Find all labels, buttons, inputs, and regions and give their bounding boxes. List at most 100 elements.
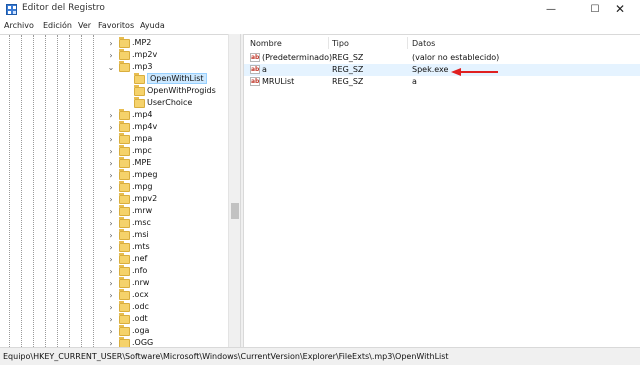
- value-type: REG_SZ: [332, 65, 364, 74]
- value-row[interactable]: ab a REG_SZ Spek.exe: [244, 64, 640, 76]
- folder-icon: [119, 325, 130, 336]
- tree-item[interactable]: › .mpv2: [0, 193, 228, 206]
- chevron-right-icon[interactable]: ›: [107, 171, 115, 180]
- folder-icon: [119, 193, 130, 204]
- menu-ver[interactable]: Ver: [78, 21, 91, 30]
- chevron-right-icon[interactable]: ›: [107, 243, 115, 252]
- column-header-nombre[interactable]: Nombre: [250, 39, 282, 48]
- tree-item[interactable]: › .mpeg: [0, 169, 228, 182]
- folder-icon: [119, 337, 130, 347]
- menu-archivo[interactable]: Archivo: [4, 21, 34, 30]
- tree-scrollbar[interactable]: [228, 34, 240, 347]
- registry-tree[interactable]: › .MP2 › .mp2v ⌄ .mp3 OpenWithList OpenWithProg…: [0, 34, 240, 347]
- tree-item[interactable]: › .mpc: [0, 145, 228, 158]
- tree-item-label: .mp4v: [132, 122, 158, 131]
- tree-item-label: .mp3: [132, 62, 153, 71]
- tree-item[interactable]: › .mts: [0, 241, 228, 254]
- chevron-right-icon[interactable]: ›: [107, 315, 115, 324]
- chevron-right-icon[interactable]: ›: [107, 195, 115, 204]
- tree-item-label: .MP2: [132, 38, 152, 47]
- tree-item[interactable]: › .nrw: [0, 277, 228, 290]
- tree-item-label: .mp4: [132, 110, 153, 119]
- tree-item[interactable]: › .msi: [0, 229, 228, 242]
- chevron-right-icon[interactable]: ›: [107, 207, 115, 216]
- tree-item[interactable]: › .mpg: [0, 181, 228, 194]
- tree-item[interactable]: › .mp4v: [0, 121, 228, 134]
- folder-icon: [119, 265, 130, 276]
- tree-item[interactable]: › .mpa: [0, 133, 228, 146]
- column-divider[interactable]: [328, 37, 329, 49]
- folder-icon: [119, 181, 130, 192]
- chevron-right-icon[interactable]: ›: [107, 219, 115, 228]
- value-row[interactable]: ab (Predeterminado) REG_SZ (valor no establ…: [244, 52, 640, 64]
- chevron-right-icon[interactable]: ›: [107, 303, 115, 312]
- tree-item[interactable]: › .OGG: [0, 337, 228, 347]
- chevron-right-icon[interactable]: ›: [107, 39, 115, 48]
- tree-item[interactable]: › .oga: [0, 325, 228, 338]
- tree-item-label: .mpa: [132, 134, 153, 143]
- tree-item-label: .nrw: [132, 278, 150, 287]
- chevron-right-icon[interactable]: ›: [107, 51, 115, 60]
- value-type: REG_SZ: [332, 77, 364, 86]
- chevron-right-icon[interactable]: ›: [107, 339, 115, 347]
- tree-item[interactable]: › .ocx: [0, 289, 228, 302]
- chevron-right-icon[interactable]: ›: [107, 279, 115, 288]
- tree-scrollbar-thumb[interactable]: [231, 203, 239, 219]
- folder-icon: [119, 109, 130, 120]
- chevron-right-icon[interactable]: ›: [107, 159, 115, 168]
- tree-item-label: .msi: [132, 230, 149, 239]
- folder-icon: [119, 229, 130, 240]
- string-value-icon: ab: [250, 65, 260, 74]
- value-row[interactable]: ab MRUList REG_SZ a: [244, 76, 640, 88]
- column-header-datos[interactable]: Datos: [412, 39, 435, 48]
- tree-item-label: .mrw: [132, 206, 153, 215]
- tree-item[interactable]: › .nef: [0, 253, 228, 266]
- tree-item[interactable]: › .MPE: [0, 157, 228, 170]
- chevron-right-icon[interactable]: ›: [107, 123, 115, 132]
- folder-icon: [119, 37, 130, 48]
- tree-item[interactable]: › .mrw: [0, 205, 228, 218]
- tree-item[interactable]: › .odt: [0, 313, 228, 326]
- tree-item[interactable]: › .odc: [0, 301, 228, 314]
- tree-item-label: .mpc: [132, 146, 152, 155]
- folder-icon: [119, 157, 130, 168]
- chevron-right-icon[interactable]: ›: [107, 231, 115, 240]
- tree-item[interactable]: › .msc: [0, 217, 228, 230]
- tree-item[interactable]: OpenWithProgids: [0, 85, 228, 98]
- registry-path: Equipo\HKEY_CURRENT_USER\Software\Micros…: [3, 352, 449, 361]
- chevron-right-icon[interactable]: ›: [107, 291, 115, 300]
- folder-icon: [119, 145, 130, 156]
- tree-item[interactable]: OpenWithList: [0, 73, 228, 86]
- tree-item-label: .mp2v: [132, 50, 158, 59]
- value-data: a: [412, 77, 417, 86]
- tree-item-label: .msc: [132, 218, 151, 227]
- tree-item[interactable]: › .mp2v: [0, 49, 228, 62]
- chevron-right-icon[interactable]: ›: [107, 135, 115, 144]
- tree-item[interactable]: UserChoice: [0, 97, 228, 110]
- folder-icon: [119, 205, 130, 216]
- chevron-right-icon[interactable]: ›: [107, 255, 115, 264]
- menu-favoritos[interactable]: Favoritos: [98, 21, 134, 30]
- chevron-right-icon[interactable]: ›: [107, 267, 115, 276]
- value-data: (valor no establecido): [412, 53, 500, 62]
- minimize-button[interactable]: —: [530, 0, 572, 20]
- chevron-right-icon[interactable]: ›: [107, 111, 115, 120]
- status-bar: Equipo\HKEY_CURRENT_USER\Software\Micros…: [0, 347, 640, 365]
- tree-item[interactable]: › .mp4: [0, 109, 228, 122]
- folder-icon: [134, 85, 145, 96]
- chevron-right-icon[interactable]: ›: [107, 183, 115, 192]
- column-divider[interactable]: [407, 37, 408, 49]
- chevron-down-icon[interactable]: ⌄: [107, 63, 115, 72]
- folder-icon: [119, 133, 130, 144]
- tree-item[interactable]: › .MP2: [0, 37, 228, 50]
- tree-item[interactable]: › .nfo: [0, 265, 228, 278]
- close-button[interactable]: ✕: [600, 0, 640, 20]
- chevron-right-icon[interactable]: ›: [107, 327, 115, 336]
- menu-edicion[interactable]: Edición: [43, 21, 72, 30]
- chevron-right-icon[interactable]: ›: [107, 147, 115, 156]
- tree-item-label: .oga: [132, 326, 150, 335]
- string-value-icon: ab: [250, 53, 260, 62]
- menu-ayuda[interactable]: Ayuda: [140, 21, 165, 30]
- column-header-tipo[interactable]: Tipo: [332, 39, 349, 48]
- values-list[interactable]: Nombre Tipo Datos ab (Predeterminado) REG_…: [244, 34, 640, 347]
